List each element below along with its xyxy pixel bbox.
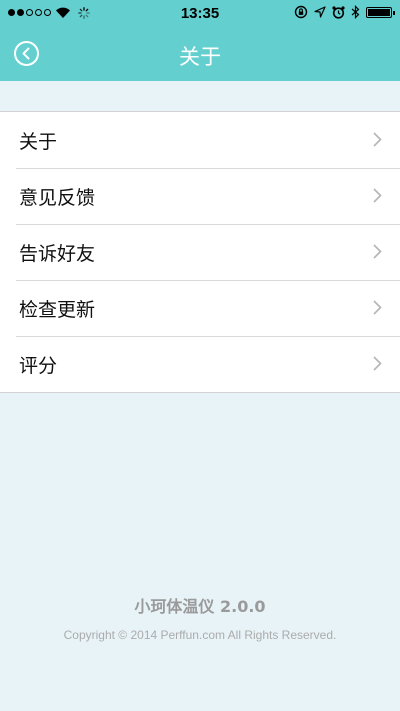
- menu-item-check-update[interactable]: 检查更新: [0, 280, 400, 336]
- menu-item-rate[interactable]: 评分: [0, 336, 400, 392]
- settings-list: 关于 意见反馈 告诉好友 检查更新 评分: [0, 111, 400, 393]
- menu-item-about[interactable]: 关于: [0, 112, 400, 168]
- chevron-right-icon: [373, 300, 382, 315]
- battery-icon: [366, 6, 395, 18]
- app-version: 小珂体温仪 2.0.0: [134, 597, 266, 616]
- menu-item-share[interactable]: 告诉好友: [0, 224, 400, 280]
- header: 13:35 关于: [0, 0, 400, 81]
- status-icons: [294, 5, 395, 19]
- menu-item-label: 检查更新: [19, 299, 96, 321]
- battery-fill: [368, 8, 390, 16]
- rotation-lock-icon: [294, 5, 308, 19]
- location-icon: [314, 6, 326, 18]
- copyright-text: Copyright © 2014 Perffun.com All Rights …: [63, 628, 337, 642]
- menu-item-label: 关于: [19, 131, 58, 153]
- status-bar: 13:35: [0, 0, 400, 28]
- alarm-icon: [332, 5, 345, 19]
- page-title: 关于: [179, 45, 221, 69]
- menu-item-label: 意见反馈: [19, 187, 96, 209]
- chevron-right-icon: [373, 244, 382, 259]
- menu-item-label: 评分: [19, 355, 58, 377]
- menu-item-label: 告诉好友: [19, 243, 96, 265]
- bluetooth-icon: [351, 5, 360, 19]
- chevron-right-icon: [373, 188, 382, 203]
- chevron-right-icon: [373, 356, 382, 371]
- nav-bar: 关于: [0, 28, 400, 81]
- menu-item-feedback[interactable]: 意见反馈: [0, 168, 400, 224]
- chevron-right-icon: [373, 132, 382, 147]
